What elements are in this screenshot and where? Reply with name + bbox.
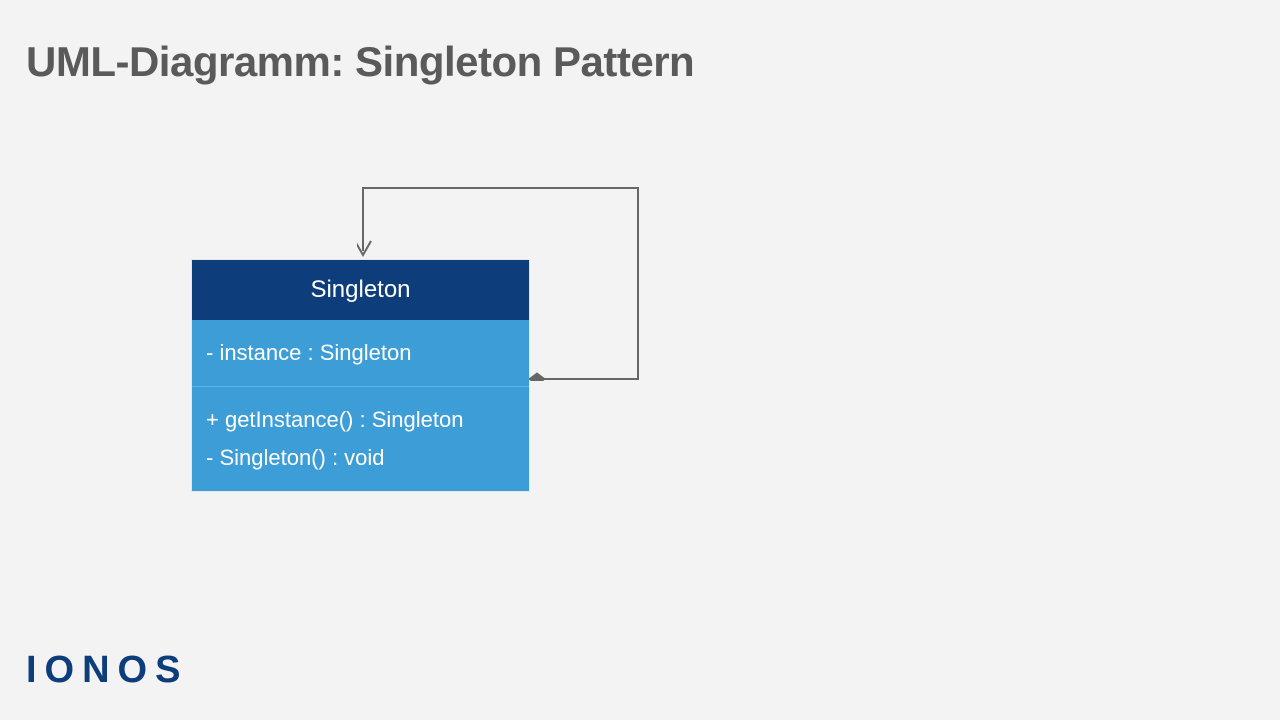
page-title: UML-Diagramm: Singleton Pattern: [26, 38, 694, 86]
uml-class-singleton: Singleton - instance : Singleton + getIn…: [192, 260, 529, 491]
ionos-logo: IONOS: [26, 649, 188, 692]
class-attributes-section: - instance : Singleton: [192, 320, 529, 386]
class-operation: - Singleton() : void: [206, 439, 515, 477]
class-name-header: Singleton: [192, 260, 529, 320]
uml-diagram: Singleton - instance : Singleton + getIn…: [192, 185, 692, 535]
class-attribute: - instance : Singleton: [206, 334, 515, 372]
class-operation: + getInstance() : Singleton: [206, 401, 515, 439]
class-operations-section: + getInstance() : Singleton - Singleton(…: [192, 386, 529, 491]
